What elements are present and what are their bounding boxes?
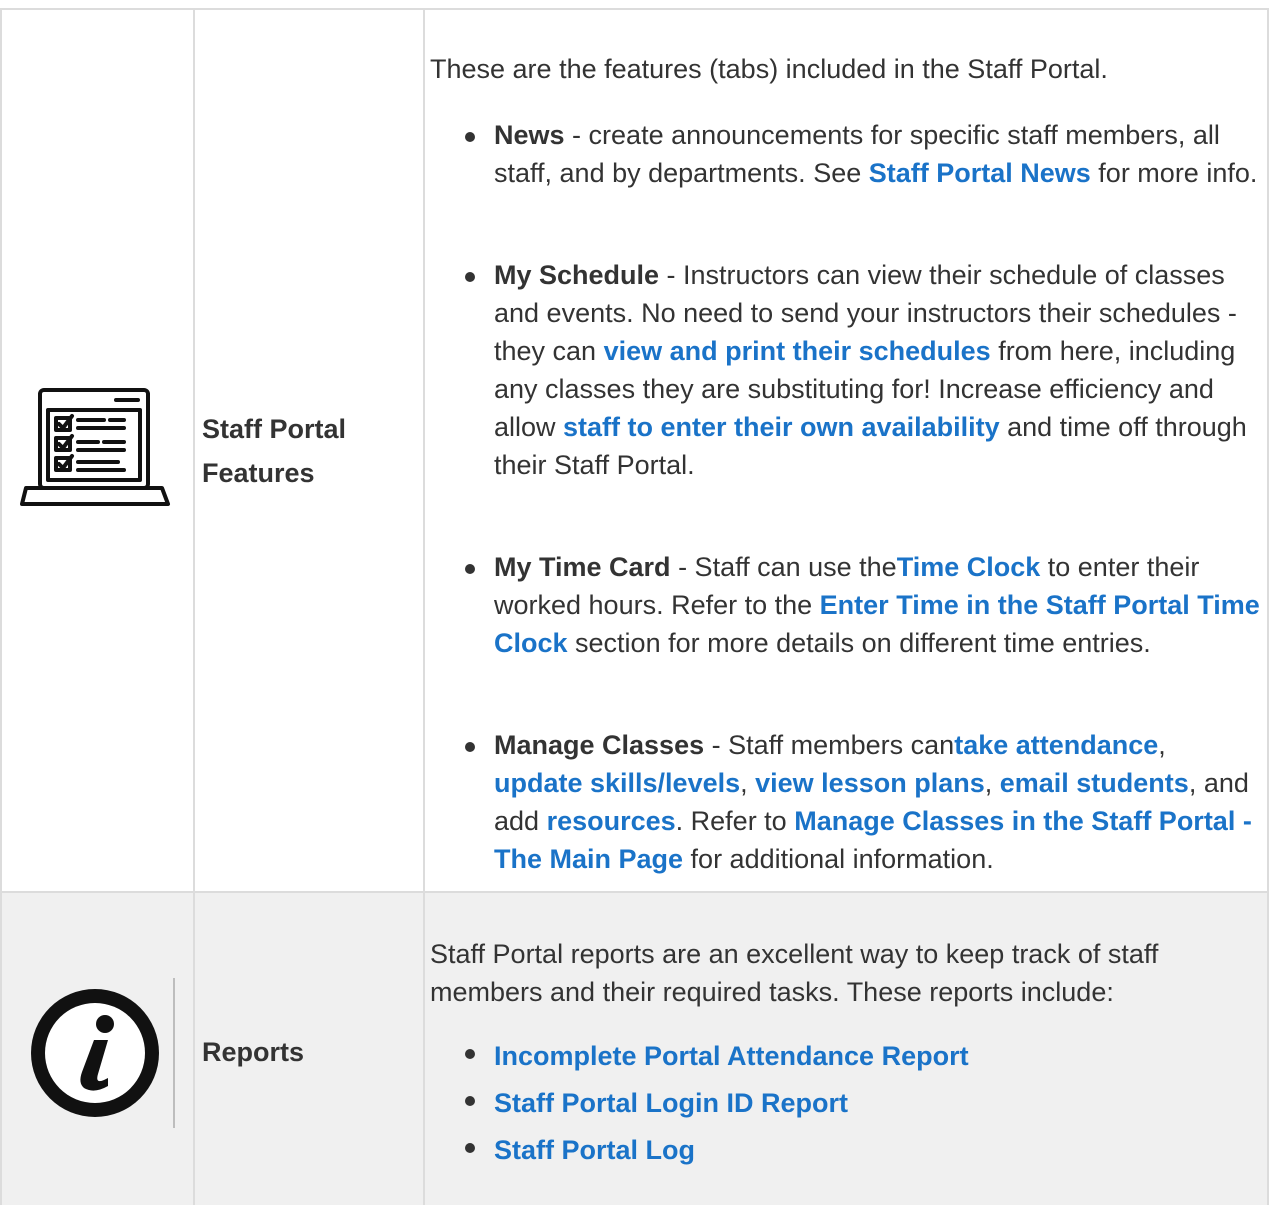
- info-icon: [28, 978, 176, 1128]
- checklist-laptop-icon: [20, 384, 175, 514]
- login-id-report-link[interactable]: Staff Portal Login ID Report: [494, 1088, 848, 1118]
- table-top-border: [0, 8, 1269, 10]
- staff-portal-log-link[interactable]: Staff Portal Log: [494, 1135, 695, 1165]
- list-item-news: News - create announcements for specific…: [430, 116, 1260, 192]
- feature-description-staff-portal: These are the features (tabs) included i…: [430, 50, 1260, 878]
- features-table: Staff Portal Features These are the feat…: [0, 0, 1269, 1205]
- column-divider-left: [0, 8, 2, 1205]
- feature-label-reports: Reports: [202, 1037, 305, 1067]
- list-item-report: Staff Portal Login ID Report: [430, 1080, 1250, 1127]
- feature-description-reports: Staff Portal reports are an excellent wa…: [430, 935, 1250, 1174]
- intro-text: These are the features (tabs) included i…: [430, 54, 1108, 84]
- feature-list: News - create announcements for specific…: [430, 116, 1260, 878]
- column-divider-1: [193, 8, 195, 1205]
- update-skills-link[interactable]: update skills/levels: [494, 768, 740, 798]
- list-item-report: Incomplete Portal Attendance Report: [430, 1033, 1250, 1080]
- row-divider: [0, 891, 1269, 893]
- reports-intro-text: Staff Portal reports are an excellent wa…: [430, 939, 1159, 1007]
- list-item-report: Staff Portal Log: [430, 1127, 1250, 1174]
- column-divider-2: [423, 8, 425, 1205]
- incomplete-attendance-report-link[interactable]: Incomplete Portal Attendance Report: [494, 1041, 969, 1071]
- staff-availability-link[interactable]: staff to enter their own availability: [563, 412, 1000, 442]
- email-students-link[interactable]: email students: [1000, 768, 1189, 798]
- list-item-my-time-card: My Time Card - Staff can use theTime Clo…: [430, 548, 1260, 662]
- reports-list: Incomplete Portal Attendance Report Staf…: [430, 1033, 1250, 1174]
- resources-link[interactable]: resources: [547, 806, 676, 836]
- view-lesson-plans-link[interactable]: view lesson plans: [755, 768, 985, 798]
- list-item-manage-classes: Manage Classes - Staff members cantake a…: [430, 726, 1260, 878]
- staff-portal-news-link[interactable]: Staff Portal News: [869, 158, 1091, 188]
- take-attendance-link[interactable]: take attendance: [954, 730, 1158, 760]
- feature-label-staff-portal: Staff Portal Features: [202, 414, 347, 488]
- list-item-my-schedule: My Schedule - Instructors can view their…: [430, 256, 1260, 484]
- time-clock-link[interactable]: Time Clock: [897, 552, 1041, 582]
- view-print-schedules-link[interactable]: view and print their schedules: [604, 336, 991, 366]
